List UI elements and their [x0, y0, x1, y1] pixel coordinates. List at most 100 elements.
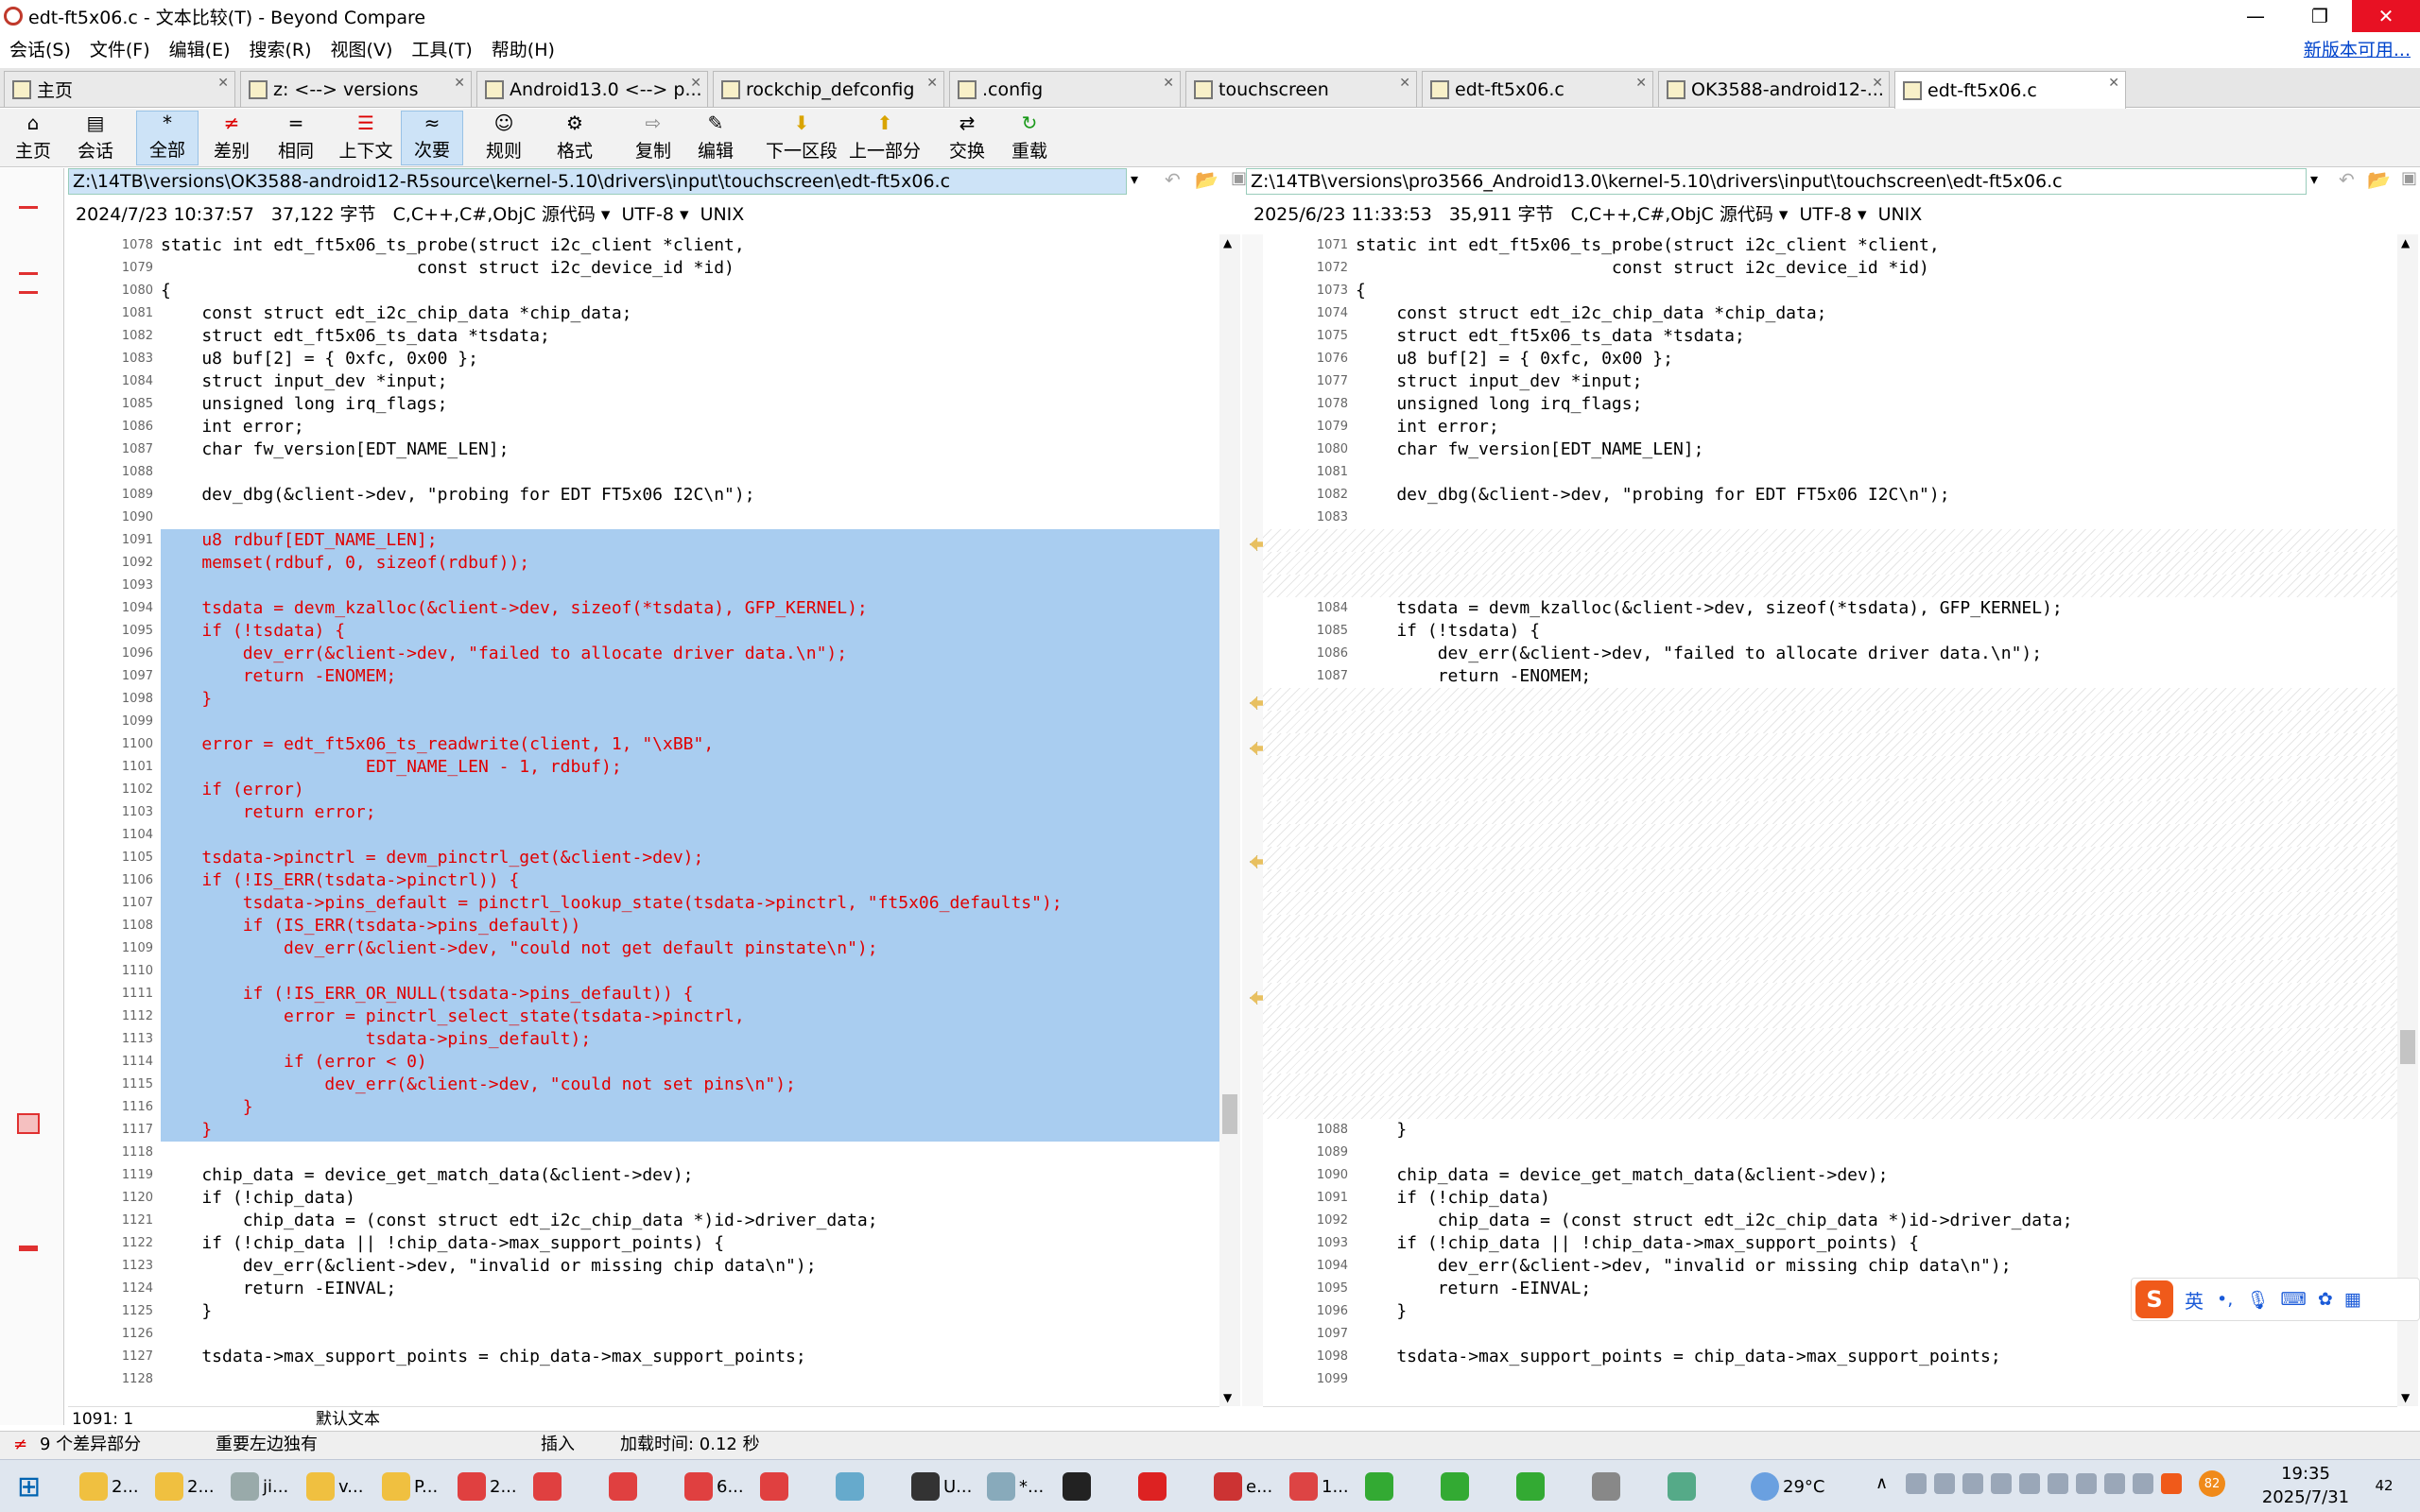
- code-line-diff[interactable]: 1116 }: [68, 1096, 1219, 1119]
- right-eol[interactable]: UNIX: [1878, 204, 1923, 225]
- code-line[interactable]: 1085 unsigned long irq_flags;: [68, 393, 1219, 416]
- taskbar-app[interactable]: P...: [382, 1468, 438, 1505]
- code-line-diff[interactable]: 1104: [68, 824, 1219, 847]
- code-line[interactable]: 1091 if (!chip_data): [1263, 1187, 2397, 1210]
- code-line[interactable]: 1082 dev_dbg(&client->dev, "probing for …: [1263, 484, 2397, 507]
- code-line-diff[interactable]: 1112 error = pinctrl_select_state(tsdata…: [68, 1005, 1219, 1028]
- home-button[interactable]: ⌂ 主页: [6, 111, 60, 165]
- tab-rockchip-defconfig[interactable]: rockchip_defconfig ✕: [713, 71, 944, 107]
- taskbar-app[interactable]: [1365, 1468, 1397, 1505]
- code-line-diff[interactable]: 1094 tsdata = devm_kzalloc(&client->dev,…: [68, 597, 1219, 620]
- tab-close-icon[interactable]: ✕: [926, 76, 938, 91]
- code-line-gap[interactable]: [1263, 937, 2397, 960]
- tab-close-icon[interactable]: ✕: [2108, 76, 2119, 91]
- tab-edt-ft5x06-1[interactable]: edt-ft5x06.c ✕: [1422, 71, 1653, 107]
- rules-button[interactable]: ☺ 规则: [473, 111, 535, 165]
- format-button[interactable]: ⚙ 格式: [537, 111, 613, 165]
- code-line-gap[interactable]: [1263, 824, 2397, 847]
- code-line[interactable]: 1128: [68, 1368, 1219, 1391]
- taskbar-app[interactable]: [1592, 1468, 1624, 1505]
- tray-icon[interactable]: [2019, 1473, 2040, 1494]
- taskbar-app[interactable]: 1...: [1289, 1468, 1349, 1505]
- code-line[interactable]: 1118: [68, 1142, 1219, 1164]
- code-line[interactable]: 1087 char fw_version[EDT_NAME_LEN];: [68, 438, 1219, 461]
- code-line-gap[interactable]: [1263, 1096, 2397, 1119]
- skin-icon[interactable]: ✿: [2318, 1289, 2333, 1310]
- sogou-tray-icon[interactable]: [2161, 1473, 2182, 1494]
- tab-touchscreen[interactable]: touchscreen ✕: [1185, 71, 1417, 107]
- code-line[interactable]: 1088: [68, 461, 1219, 484]
- taskbar-app[interactable]: 2...: [155, 1468, 215, 1505]
- right-code-pane[interactable]: 1071 static int edt_ft5x06_ts_probe(struc…: [1263, 234, 2397, 1406]
- code-line[interactable]: 1075 struct edt_ft5x06_ts_data *tsdata;: [1263, 325, 2397, 348]
- code-line-diff[interactable]: 1100 error = edt_ft5x06_ts_readwrite(cli…: [68, 733, 1219, 756]
- code-line[interactable]: 1080 {: [68, 280, 1219, 302]
- code-line-gap[interactable]: [1263, 529, 2397, 552]
- taskbar-app[interactable]: 2...: [79, 1468, 139, 1505]
- code-line-diff[interactable]: 1099: [68, 711, 1219, 733]
- left-eol[interactable]: UNIX: [700, 204, 745, 225]
- code-line[interactable]: 1119 chip_data = device_get_match_data(&…: [68, 1164, 1219, 1187]
- open-folder-icon[interactable]: 📂: [2367, 168, 2391, 191]
- tab-ok3588[interactable]: OK3588-android12-... ✕: [1658, 71, 1890, 107]
- prev-section-button[interactable]: ⬆ 上一部分: [847, 111, 923, 165]
- notification-center[interactable]: 42: [2363, 1469, 2405, 1502]
- taskbar-app[interactable]: 2...: [458, 1468, 517, 1505]
- code-line-diff[interactable]: 1095 if (!tsdata) {: [68, 620, 1219, 643]
- taskbar-app[interactable]: [1138, 1468, 1170, 1505]
- tray-icon[interactable]: [1906, 1473, 1927, 1494]
- code-line[interactable]: 1086 int error;: [68, 416, 1219, 438]
- left-path-input[interactable]: Z:\14TB\versions\OK3588-android12-R5sour…: [68, 168, 1127, 195]
- code-line[interactable]: 1076 u8 buf[2] = { 0xfc, 0x00 };: [1263, 348, 2397, 370]
- code-line[interactable]: 1121 chip_data = (const struct edt_i2c_c…: [68, 1210, 1219, 1232]
- reload-button[interactable]: ↻ 重载: [998, 111, 1061, 165]
- code-line-diff[interactable]: 1111 if (!IS_ERR_OR_NULL(tsdata->pins_de…: [68, 983, 1219, 1005]
- code-line-diff[interactable]: 1115 dev_err(&client->dev, "could not se…: [68, 1074, 1219, 1096]
- scroll-up-icon[interactable]: ▲: [1223, 236, 1232, 249]
- code-line-diff[interactable]: 1091 u8 rdbuf[EDT_NAME_LEN];: [68, 529, 1219, 552]
- taskbar-app[interactable]: *...: [987, 1468, 1044, 1505]
- dropdown-icon[interactable]: ▾: [2310, 170, 2318, 188]
- code-line-diff[interactable]: 1108 if (IS_ERR(tsdata->pins_default)): [68, 915, 1219, 937]
- code-line[interactable]: 1127 tsdata->max_support_points = chip_d…: [68, 1346, 1219, 1368]
- code-line-diff[interactable]: 1093: [68, 575, 1219, 597]
- code-line[interactable]: 1073 {: [1263, 280, 2397, 302]
- tray-icon[interactable]: [2104, 1473, 2125, 1494]
- code-line[interactable]: 1094 dev_err(&client->dev, "invalid or m…: [1263, 1255, 2397, 1278]
- taskbar-app[interactable]: [1441, 1468, 1473, 1505]
- scroll-down-icon[interactable]: ▼: [2401, 1391, 2410, 1404]
- taskbar-app[interactable]: [1516, 1468, 1548, 1505]
- code-line[interactable]: 1082 struct edt_ft5x06_ts_data *tsdata;: [68, 325, 1219, 348]
- close-button[interactable]: ✕: [2352, 0, 2420, 32]
- code-line[interactable]: 1079 const struct i2c_device_id *id): [68, 257, 1219, 280]
- dropdown-icon[interactable]: ▾: [1131, 170, 1138, 188]
- tray-icon[interactable]: [1934, 1473, 1955, 1494]
- code-line-diff[interactable]: 1105 tsdata->pinctrl = devm_pinctrl_get(…: [68, 847, 1219, 869]
- code-line-diff[interactable]: 1113 tsdata->pins_default);: [68, 1028, 1219, 1051]
- code-line[interactable]: 1122 if (!chip_data || !chip_data->max_s…: [68, 1232, 1219, 1255]
- code-line[interactable]: 1093 if (!chip_data || !chip_data->max_s…: [1263, 1232, 2397, 1255]
- tab-close-icon[interactable]: ✕: [1872, 76, 1883, 91]
- clock[interactable]: 19:35 2025/7/31: [2254, 1462, 2358, 1509]
- microphone-icon[interactable]: 🎙: [2246, 1289, 2269, 1311]
- menu-edit[interactable]: 编辑(E): [160, 36, 240, 61]
- restore-button[interactable]: ❐: [2288, 0, 2352, 32]
- code-line[interactable]: 1079 int error;: [1263, 416, 2397, 438]
- taskbar-app[interactable]: [609, 1468, 641, 1505]
- code-line[interactable]: 1081 const struct edt_i2c_chip_data *chi…: [68, 302, 1219, 325]
- code-line-diff[interactable]: 1102 if (error): [68, 779, 1219, 801]
- session-button[interactable]: ▤ 会话: [62, 111, 129, 165]
- code-line-diff[interactable]: 1109 dev_err(&client->dev, "could not ge…: [68, 937, 1219, 960]
- left-code-pane[interactable]: 1078 static int edt_ft5x06_ts_probe(struc…: [68, 234, 1219, 1406]
- left-language[interactable]: C,C++,C#,ObjC 源代码: [393, 204, 596, 225]
- show-diffs-button[interactable]: ≠ 差别: [200, 111, 263, 165]
- code-line-diff[interactable]: 1092 memset(rdbuf, 0, sizeof(rdbuf));: [68, 552, 1219, 575]
- right-encoding[interactable]: UTF-8: [1800, 204, 1852, 225]
- copy-button[interactable]: ⇨ 复制: [622, 111, 684, 165]
- code-line[interactable]: 1074 const struct edt_i2c_chip_data *chi…: [1263, 302, 2397, 325]
- ime-language[interactable]: 英: [2185, 1286, 2204, 1314]
- new-version-link[interactable]: 新版本可用...: [2304, 36, 2411, 61]
- start-button[interactable]: ⊞: [17, 1468, 41, 1505]
- code-line-gap[interactable]: [1263, 801, 2397, 824]
- code-line-gap[interactable]: [1263, 869, 2397, 892]
